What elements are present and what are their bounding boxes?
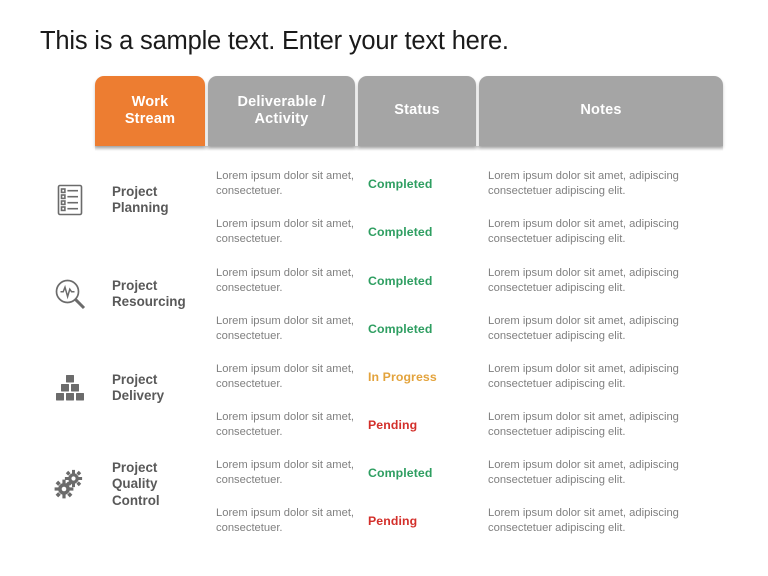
- table-row[interactable]: Lorem ipsum dolor sit amet, consectetuer…: [0, 257, 768, 305]
- column-header-status-line1: Status: [394, 102, 440, 119]
- page-title: This is a sample text. Enter your text h…: [40, 27, 509, 55]
- column-header-deliverable[interactable]: Deliverable / Activity: [208, 76, 355, 146]
- table-row[interactable]: Lorem ipsum dolor sit amet, consectetuer…: [0, 401, 768, 449]
- cell-notes: Lorem ipsum dolor sit amet, adipiscing c…: [488, 170, 679, 197]
- table-row[interactable]: Lorem ipsum dolor sit amet, consectetuer…: [0, 160, 768, 208]
- column-header-notes[interactable]: Notes: [479, 76, 723, 146]
- column-header-work-stream[interactable]: Work Stream: [95, 76, 205, 146]
- cell-status: Completed: [368, 466, 433, 480]
- cell-deliverable: Lorem ipsum dolor sit amet, consectetuer…: [216, 507, 355, 534]
- cell-status: Pending: [368, 514, 418, 528]
- cell-deliverable: Lorem ipsum dolor sit amet, consectetuer…: [216, 218, 355, 245]
- table-row[interactable]: Lorem ipsum dolor sit amet, consectetuer…: [0, 208, 768, 256]
- table-row[interactable]: Lorem ipsum dolor sit amet, consectetuer…: [0, 449, 768, 497]
- cell-notes: Lorem ipsum dolor sit amet, adipiscing c…: [488, 363, 679, 390]
- column-header-status[interactable]: Status: [358, 76, 476, 146]
- cell-status: Pending: [368, 418, 418, 432]
- cell-deliverable: Lorem ipsum dolor sit amet, consectetuer…: [216, 315, 355, 342]
- cell-notes: Lorem ipsum dolor sit amet, adipiscing c…: [488, 507, 679, 534]
- cell-status: Completed: [368, 274, 433, 288]
- table-header-row: Work Stream Deliverable / Activity Statu…: [95, 76, 723, 146]
- cell-notes: Lorem ipsum dolor sit amet, adipiscing c…: [488, 459, 679, 486]
- column-header-notes-line1: Notes: [580, 102, 622, 119]
- column-header-deliverable-line1: Deliverable /: [237, 93, 326, 110]
- cell-notes: Lorem ipsum dolor sit amet, adipiscing c…: [488, 411, 679, 438]
- cell-notes: Lorem ipsum dolor sit amet, adipiscing c…: [488, 267, 679, 294]
- cell-deliverable: Lorem ipsum dolor sit amet, consectetuer…: [216, 267, 355, 294]
- cell-notes: Lorem ipsum dolor sit amet, adipiscing c…: [488, 315, 679, 342]
- cell-status: Completed: [368, 322, 433, 336]
- table-row[interactable]: Lorem ipsum dolor sit amet, consectetuer…: [0, 497, 768, 545]
- header-shadow-divider: [95, 146, 723, 151]
- cell-deliverable: Lorem ipsum dolor sit amet, consectetuer…: [216, 363, 355, 390]
- cell-status: Completed: [368, 177, 433, 191]
- cell-status: Completed: [368, 225, 433, 239]
- cell-deliverable: Lorem ipsum dolor sit amet, consectetuer…: [216, 411, 355, 438]
- column-header-work-stream-line1: Work: [131, 93, 169, 110]
- cell-deliverable: Lorem ipsum dolor sit amet, consectetuer…: [216, 459, 355, 486]
- cell-deliverable: Lorem ipsum dolor sit amet, consectetuer…: [216, 170, 355, 197]
- table-row[interactable]: Lorem ipsum dolor sit amet, consectetuer…: [0, 305, 768, 353]
- table-body: Project Planning Project Resourcing Proj…: [0, 152, 768, 564]
- column-header-deliverable-line2: Activity: [254, 111, 309, 127]
- cell-notes: Lorem ipsum dolor sit amet, adipiscing c…: [488, 218, 679, 245]
- column-header-work-stream-line2: Stream: [124, 111, 176, 127]
- table-row[interactable]: Lorem ipsum dolor sit amet, consectetuer…: [0, 353, 768, 401]
- cell-status: In Progress: [368, 370, 437, 384]
